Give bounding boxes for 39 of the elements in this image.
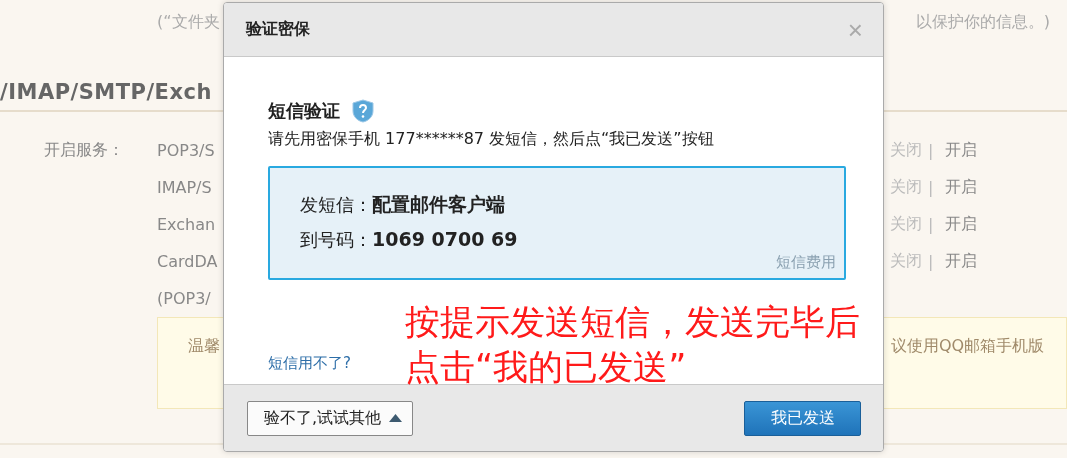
on-link[interactable]: 开启 bbox=[945, 251, 978, 272]
notice-text: 议使用QQ邮箱手机版 bbox=[891, 336, 1045, 357]
sms-value: 配置邮件客户端 bbox=[372, 192, 505, 217]
on-link[interactable]: 开启 bbox=[945, 214, 978, 235]
off-link[interactable]: 关闭 bbox=[890, 177, 922, 198]
off-link[interactable]: 关闭 bbox=[890, 140, 922, 161]
confirm-button[interactable]: 我已发送 bbox=[744, 400, 861, 436]
instruction-text: 请先用密保手机 177******87 发短信，然后点“我已发送”按钮 bbox=[268, 129, 715, 150]
separator: | bbox=[928, 178, 934, 197]
shield-question-icon bbox=[352, 99, 374, 123]
service-name: POP3/S bbox=[157, 141, 215, 160]
on-link[interactable]: 开启 bbox=[945, 177, 978, 198]
section-heading: /IMAP/SMTP/Exch bbox=[0, 80, 212, 104]
fee-link[interactable]: 短信费用 bbox=[776, 253, 836, 272]
service-name: IMAP/S bbox=[157, 178, 212, 197]
note-text: 以保护你的信息。) bbox=[915, 11, 1050, 33]
sms-value: 1069 0700 69 bbox=[372, 228, 518, 250]
service-name: CardDA bbox=[157, 252, 218, 271]
sms-label: 发短信： bbox=[300, 193, 372, 217]
caret-up-icon bbox=[389, 414, 403, 422]
note-text: (“文件夹 bbox=[157, 11, 220, 33]
section-title: 短信验证 bbox=[268, 99, 340, 123]
off-link[interactable]: 关闭 bbox=[890, 214, 922, 235]
help-link[interactable]: 短信用不了? bbox=[268, 354, 351, 373]
separator: | bbox=[928, 141, 934, 160]
on-link[interactable]: 开启 bbox=[945, 140, 978, 161]
annotation-text: 点击“我的已发送” bbox=[405, 346, 687, 389]
separator: | bbox=[928, 215, 934, 234]
close-button[interactable]: × bbox=[847, 16, 863, 43]
footnote-text: (POP3/ bbox=[157, 289, 211, 308]
notice-text: 温馨 bbox=[187, 336, 221, 357]
dialog-title: 验证密保 bbox=[246, 19, 310, 40]
alt-method-button[interactable]: 验不了,试试其他 bbox=[247, 400, 414, 436]
separator: | bbox=[928, 252, 934, 271]
service-name: Exchan bbox=[157, 215, 216, 234]
annotation-text: 按提示发送短信，发送完毕后 bbox=[405, 301, 860, 344]
field-label: 开启服务： bbox=[44, 140, 124, 159]
sms-label: 到号码： bbox=[300, 228, 372, 252]
off-link[interactable]: 关闭 bbox=[890, 251, 922, 272]
